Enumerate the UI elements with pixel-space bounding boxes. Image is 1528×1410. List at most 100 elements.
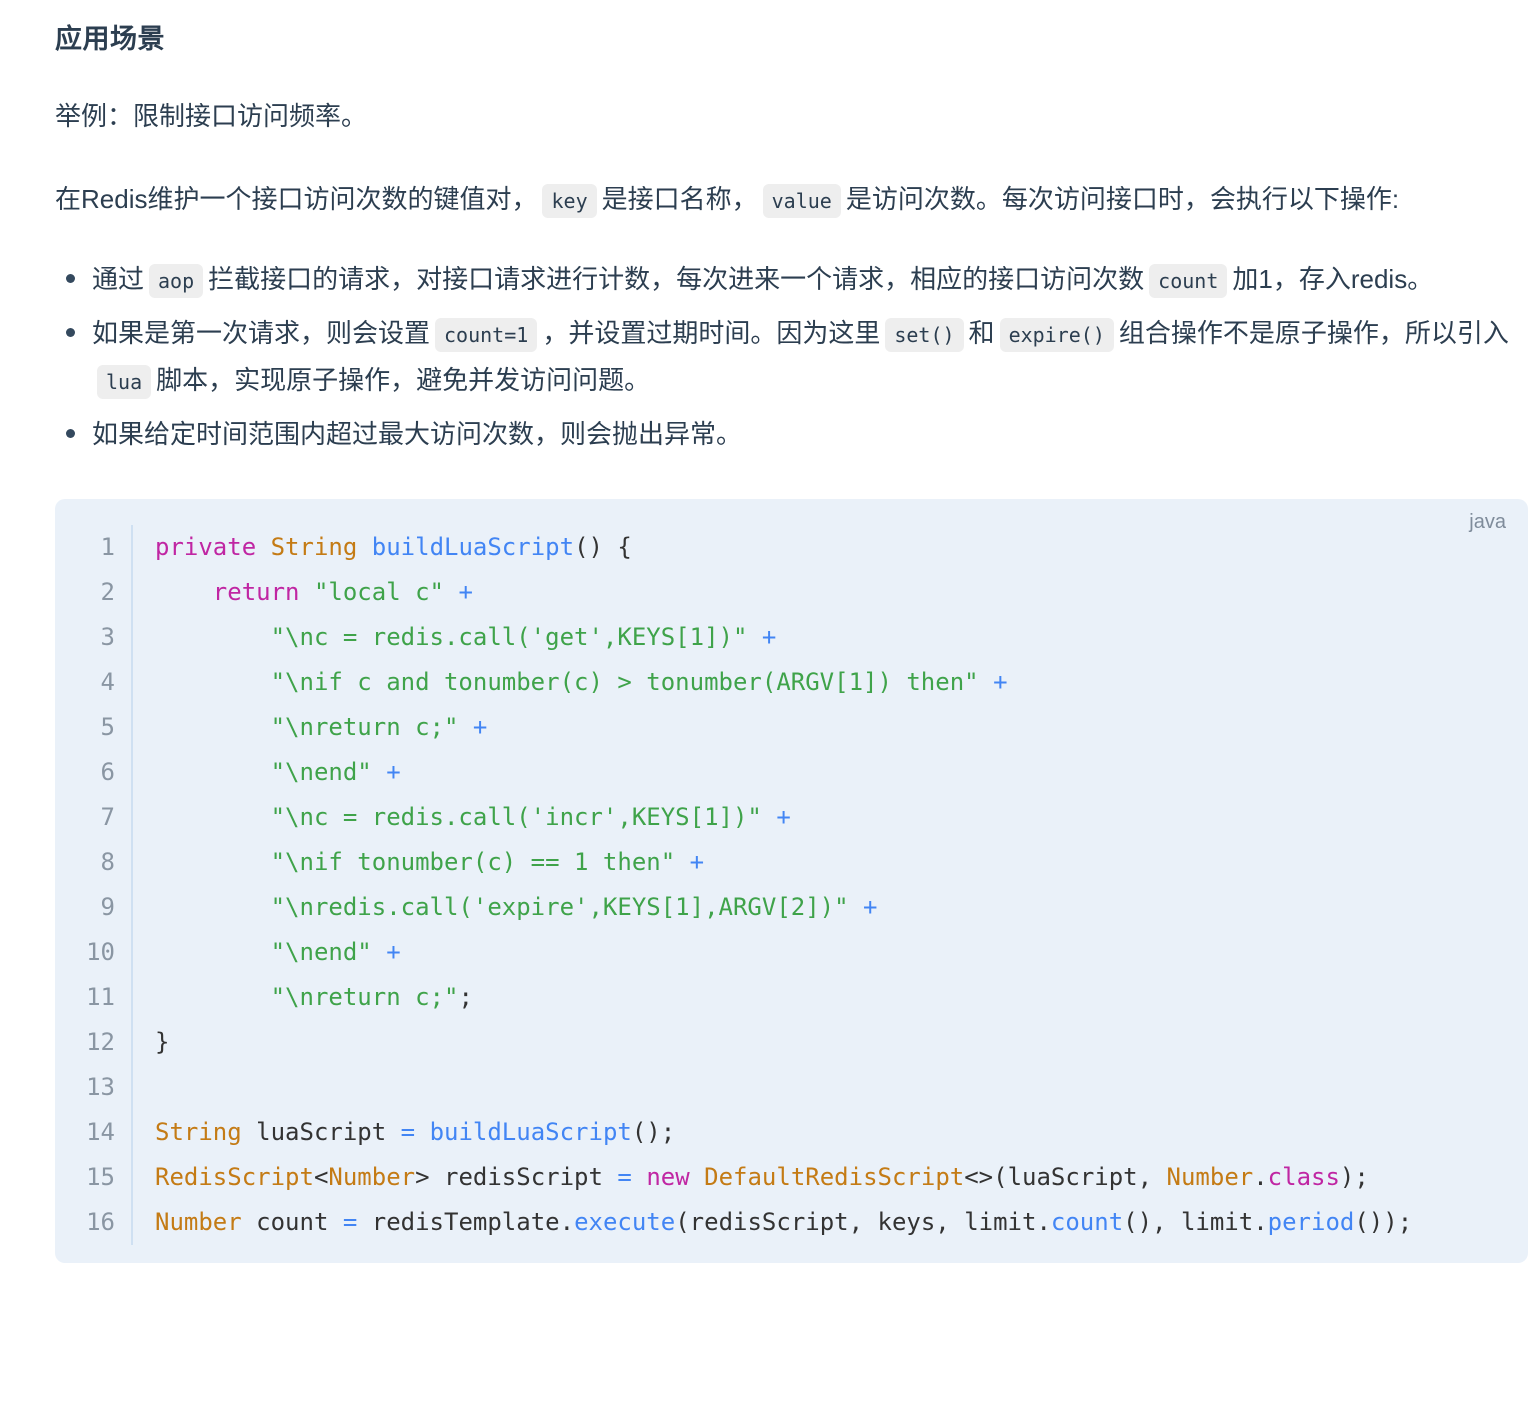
- code-token: private: [155, 533, 257, 562]
- code-token: buildLuaScript: [371, 533, 575, 562]
- code-line: "\nif c and tonumber(c) > tonumber(ARGV[…: [155, 660, 1528, 705]
- inline-code-count-eq-1: count=1: [435, 318, 538, 353]
- code-content[interactable]: private String buildLuaScript() { return…: [133, 525, 1528, 1245]
- code-token: String: [270, 533, 358, 562]
- code-token: +: [386, 758, 401, 787]
- code-token: +: [993, 668, 1008, 697]
- paragraph-text-part-1: 在Redis维护一个接口访问次数的键值对，: [55, 183, 538, 214]
- code-line: "\nc = redis.call('incr',KEYS[1])" +: [155, 795, 1528, 840]
- code-token: "local c": [313, 578, 444, 607]
- code-token: <>(luaScript,: [964, 1163, 1167, 1192]
- paragraph-text-part-3: 是访问次数。每次访问接口时，会执行以下操作:: [845, 183, 1400, 214]
- code-token: buildLuaScript: [429, 1118, 632, 1147]
- code-token: String: [155, 1118, 242, 1147]
- code-block: java 1 2 3 4 5 6 7 8 9 10 11 12 13 14 15 16 private Str…: [55, 499, 1528, 1264]
- code-token: ();: [631, 1118, 676, 1147]
- code-token: +: [863, 893, 878, 922]
- code-line: "\nreturn c;" +: [155, 705, 1528, 750]
- code-token: +: [689, 848, 705, 877]
- code-token: count: [1050, 1208, 1124, 1237]
- code-token: }: [155, 1028, 170, 1057]
- code-token: luaScript: [241, 1118, 401, 1147]
- code-token: "\nend": [270, 758, 372, 787]
- bullet2-text-part-5: 脚本，实现原子操作，避免并发访问问题。: [156, 364, 651, 395]
- list-item: 如果是第一次请求，则会设置 count=1 ，并设置过期时间。因为这里 set() 和 e…: [66, 310, 1528, 403]
- inline-code-count: count: [1149, 264, 1228, 299]
- line-number: 2: [100, 578, 115, 607]
- code-token: "\nc = redis.call('get',KEYS[1])": [270, 623, 748, 652]
- code-line: String luaScript = buildLuaScript();: [155, 1110, 1528, 1155]
- code-token: ());: [1354, 1208, 1413, 1237]
- code-token: .: [1253, 1163, 1268, 1192]
- code-token: Number: [155, 1208, 242, 1237]
- line-number: 11: [86, 983, 115, 1012]
- code-line: "\nredis.call('expire',KEYS[1],ARGV[2])"…: [155, 885, 1528, 930]
- code-token: Number: [1166, 1163, 1254, 1192]
- code-token: "\nend": [270, 938, 372, 967]
- inline-code-key: key: [542, 183, 597, 218]
- line-number: 9: [100, 893, 115, 922]
- line-number: 3: [100, 623, 115, 652]
- inline-code-value: value: [762, 183, 841, 218]
- code-token: +: [458, 578, 473, 607]
- code-line: "\nc = redis.call('get',KEYS[1])" +: [155, 615, 1528, 660]
- code-token: count: [241, 1208, 343, 1237]
- code-token: "\nredis.call('expire',KEYS[1],ARGV[2])": [270, 893, 849, 922]
- line-number: 1: [100, 533, 115, 562]
- code-token: "\nreturn c;": [270, 983, 459, 1012]
- page-title: 应用场景: [55, 24, 165, 54]
- line-number: 14: [86, 1118, 115, 1147]
- intro-paragraph: 举例：限制接口访问频率。: [55, 101, 368, 132]
- line-number: 6: [100, 758, 115, 787]
- line-number: 13: [86, 1073, 115, 1102]
- bullet2-text-part-2: ，并设置过期时间。因为这里: [542, 318, 881, 349]
- inline-code-set: set(): [885, 318, 964, 353]
- code-token: execute: [574, 1208, 676, 1237]
- code-token: class: [1267, 1163, 1340, 1192]
- list-item: 如果给定时间范围内超过最大访问次数，则会抛出异常。: [66, 411, 1528, 457]
- code-line: "\nreturn c;";: [155, 975, 1528, 1020]
- paragraph-text-part-2: 是接口名称，: [601, 183, 758, 214]
- line-number: 8: [100, 848, 115, 877]
- line-number: 15: [86, 1163, 115, 1192]
- code-line: "\nend" +: [155, 930, 1528, 975]
- code-line: private String buildLuaScript() {: [155, 525, 1528, 570]
- code-token: +: [776, 803, 791, 832]
- code-token: =: [617, 1163, 632, 1192]
- code-table: 1 2 3 4 5 6 7 8 9 10 11 12 13 14 15 16 private String b…: [55, 525, 1528, 1246]
- code-token: );: [1339, 1163, 1369, 1192]
- inline-code-expire: expire(): [999, 318, 1114, 353]
- line-number: 5: [100, 713, 115, 742]
- code-token: () {: [574, 533, 632, 562]
- bullet1-text-part-3: 加1，存入redis。: [1232, 264, 1434, 295]
- code-token: +: [761, 623, 777, 652]
- inline-code-aop: aop: [149, 264, 204, 299]
- code-line: "\nend" +: [155, 750, 1528, 795]
- code-token: "\nc = redis.call('incr',KEYS[1])": [270, 803, 762, 832]
- line-number: 16: [86, 1208, 115, 1237]
- code-line: }: [155, 1020, 1528, 1065]
- code-token: <: [313, 1163, 329, 1192]
- bullet3-text: 如果给定时间范围内超过最大访问次数，则会抛出异常。: [92, 418, 743, 449]
- steps-list: 通过 aop 拦截接口的请求，对接口请求进行计数，每次进来一个请求，相应的接口访问次…: [55, 256, 1528, 457]
- description-paragraph: 在Redis维护一个接口访问次数的键值对， key 是接口名称， value 是访问次数…: [55, 177, 1528, 223]
- article-page: 应用场景 举例：限制接口访问频率。 在Redis维护一个接口访问次数的键值对， k…: [0, 0, 1528, 1264]
- line-number: 7: [100, 803, 115, 832]
- code-token: "\nif c and tonumber(c) > tonumber(ARGV[…: [270, 668, 979, 697]
